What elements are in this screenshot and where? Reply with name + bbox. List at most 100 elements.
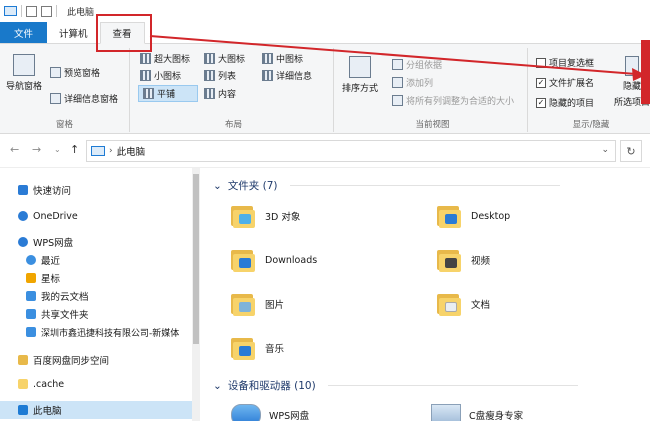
clock-icon bbox=[26, 255, 36, 265]
forward-arrow-icon[interactable]: → bbox=[32, 143, 41, 156]
folder-desktop-icon bbox=[437, 204, 463, 228]
content-icon bbox=[204, 88, 215, 99]
up-arrow-icon[interactable]: ↑ bbox=[70, 143, 79, 156]
tab-computer[interactable]: 计算机 bbox=[47, 22, 100, 43]
folder-item[interactable]: 音乐 bbox=[231, 336, 284, 360]
layout-list[interactable]: 列表 bbox=[204, 69, 236, 82]
annotation-edge-bar bbox=[641, 40, 650, 104]
size-columns-icon bbox=[392, 95, 403, 106]
drive-item[interactable]: C盘瘦身专家 bbox=[431, 404, 523, 421]
nav-item-wps-drive[interactable]: WPS网盘 bbox=[0, 233, 192, 251]
address-bar[interactable]: › 此电脑 ⌄ bbox=[86, 140, 616, 162]
folder-videos-icon bbox=[437, 248, 463, 272]
folder-item[interactable]: 图片 bbox=[231, 292, 284, 316]
layout-details[interactable]: 详细信息 bbox=[262, 69, 312, 82]
computer-icon bbox=[4, 6, 17, 16]
large-icons-icon bbox=[204, 53, 215, 64]
annotation-highlight-box bbox=[96, 14, 152, 52]
folder-item[interactable]: Desktop bbox=[437, 204, 510, 228]
details-pane-icon bbox=[50, 93, 61, 104]
chevron-down-icon: ⌄ bbox=[213, 379, 222, 392]
star-icon bbox=[26, 273, 36, 283]
folders-section-header[interactable]: ⌄ 文件夹 (7) bbox=[213, 178, 560, 193]
recent-chevron-icon[interactable]: ⌄ bbox=[54, 145, 61, 154]
layout-tiles[interactable]: 平铺 bbox=[138, 85, 198, 102]
tab-file[interactable]: 文件 bbox=[0, 22, 48, 43]
folder-icon bbox=[18, 379, 28, 389]
nav-item-company[interactable]: 深圳市鑫迅捷科技有限公司-新媒体 bbox=[0, 323, 192, 341]
cloud-icon bbox=[18, 211, 28, 221]
breadcrumb-this-pc[interactable]: 此电脑 bbox=[117, 144, 146, 158]
folder-downloads-icon bbox=[231, 248, 257, 272]
breadcrumb-chevron-icon[interactable]: › bbox=[109, 146, 113, 156]
navigation-pane: 快速访问 OneDrive WPS网盘 最近 星标 我的云文档 共享文件夹 深圳… bbox=[0, 168, 200, 421]
nav-item-quick-access[interactable]: 快速访问 bbox=[0, 181, 192, 199]
shared-folder-icon bbox=[26, 309, 36, 319]
current-view-group-label: 当前视图 bbox=[415, 120, 450, 130]
nav-item-cache[interactable]: .cache bbox=[0, 375, 192, 393]
details-icon bbox=[262, 70, 273, 81]
group-by-button[interactable]: 分组依据 bbox=[392, 58, 442, 71]
nav-item-my-cloud-docs[interactable]: 我的云文档 bbox=[0, 287, 192, 305]
nav-item-baidu-sync[interactable]: 百度网盘同步空间 bbox=[0, 351, 192, 369]
folder-item[interactable]: Downloads bbox=[231, 248, 317, 272]
address-row: ← → ⌄ ↑ › 此电脑 ⌄ ↻ bbox=[0, 134, 650, 168]
nav-item-this-pc[interactable]: 此电脑 bbox=[0, 401, 192, 419]
drive-item[interactable]: WPS网盘 bbox=[231, 404, 309, 421]
size-all-columns-button[interactable]: 将所有列调整为合适的大小 bbox=[392, 94, 514, 107]
layout-group: 超大图标 大图标 中图标 小图标 列表 详细信息 平铺 内容 布局 bbox=[134, 48, 334, 132]
content-area: ⌄ 文件夹 (7) 3D 对象 Desktop Downloads 视频 图片 … bbox=[205, 168, 650, 421]
windows-drive-icon bbox=[431, 404, 461, 421]
ribbon: 导航窗格 预览窗格 详细信息窗格 窗格 超大图标 大图标 中图标 小图标 列表 … bbox=[0, 44, 650, 134]
scrollbar-thumb[interactable] bbox=[193, 174, 199, 344]
layout-medium-icons[interactable]: 中图标 bbox=[262, 52, 303, 65]
nav-pane-button[interactable]: 导航窗格 bbox=[6, 54, 42, 92]
folder-3d-objects-icon bbox=[231, 204, 257, 228]
refresh-button[interactable]: ↻ bbox=[620, 140, 642, 162]
drives-section-header[interactable]: ⌄ 设备和驱动器 (10) bbox=[213, 378, 578, 393]
show-hide-group: 项目复选框 ✓ 文件扩展名 ✓ 隐藏的项目 隐藏 所选项目 显示/隐藏 bbox=[532, 48, 650, 132]
item-checkboxes-toggle[interactable]: 项目复选框 bbox=[536, 56, 594, 69]
folder-item[interactable]: 文档 bbox=[437, 292, 490, 316]
hidden-items-toggle[interactable]: ✓ 隐藏的项目 bbox=[536, 96, 594, 109]
sort-icon bbox=[349, 56, 371, 78]
section-divider bbox=[289, 185, 560, 186]
small-icons-icon bbox=[140, 70, 151, 81]
nav-scrollbar[interactable] bbox=[192, 168, 200, 421]
computer-icon bbox=[91, 146, 105, 156]
tiles-icon bbox=[143, 88, 154, 99]
folder-documents-icon bbox=[437, 292, 463, 316]
address-dropdown-icon[interactable]: ⌄ bbox=[601, 145, 609, 155]
layout-extra-large-icons[interactable]: 超大图标 bbox=[140, 52, 190, 65]
current-view-group: 排序方式 分组依据 添加列 将所有列调整为合适的大小 当前视图 bbox=[338, 48, 528, 132]
nav-item-shared-folder[interactable]: 共享文件夹 bbox=[0, 305, 192, 323]
title-separator bbox=[56, 5, 57, 17]
list-icon bbox=[204, 70, 215, 81]
star-icon bbox=[18, 185, 28, 195]
wps-cloud-drive-icon bbox=[231, 404, 261, 421]
extra-large-icons-icon bbox=[140, 53, 151, 64]
nav-item-starred[interactable]: 星标 bbox=[0, 269, 192, 287]
sort-by-button[interactable]: 排序方式 bbox=[342, 56, 378, 94]
layout-small-icons[interactable]: 小图标 bbox=[140, 69, 181, 82]
nav-item-recent[interactable]: 最近 bbox=[0, 251, 192, 269]
properties-icon[interactable] bbox=[26, 5, 37, 17]
new-folder-icon[interactable] bbox=[41, 5, 52, 17]
folder-music-icon bbox=[231, 336, 257, 360]
back-arrow-icon[interactable]: ← bbox=[10, 143, 19, 156]
add-columns-button[interactable]: 添加列 bbox=[392, 76, 433, 89]
title-separator bbox=[21, 5, 22, 17]
folder-icon bbox=[18, 355, 28, 365]
chevron-down-icon: ⌄ bbox=[213, 179, 222, 192]
details-pane-button[interactable]: 详细信息窗格 bbox=[50, 92, 118, 105]
pane-group: 导航窗格 预览窗格 详细信息窗格 窗格 bbox=[0, 48, 130, 132]
folder-item[interactable]: 视频 bbox=[437, 248, 490, 272]
file-extensions-toggle[interactable]: ✓ 文件扩展名 bbox=[536, 76, 594, 89]
folder-item[interactable]: 3D 对象 bbox=[231, 204, 300, 228]
layout-content[interactable]: 内容 bbox=[204, 87, 236, 100]
computer-icon bbox=[18, 405, 28, 415]
nav-item-onedrive[interactable]: OneDrive bbox=[0, 207, 192, 225]
layout-large-icons[interactable]: 大图标 bbox=[204, 52, 245, 65]
checkbox-checked-icon: ✓ bbox=[536, 77, 546, 88]
preview-pane-button[interactable]: 预览窗格 bbox=[50, 66, 100, 79]
